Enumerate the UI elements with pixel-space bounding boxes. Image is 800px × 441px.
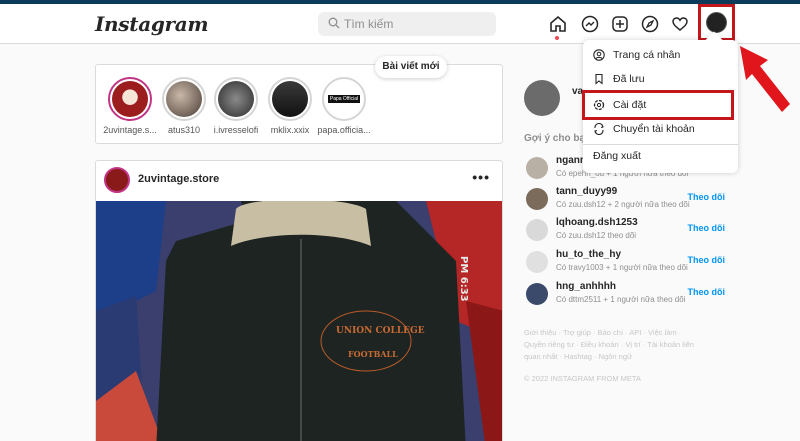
- copyright: © 2022 INSTAGRAM FROM META: [524, 374, 641, 383]
- suggestion-name[interactable]: lqhoang.dsh1253: [556, 217, 638, 228]
- story-name: atus310: [167, 125, 201, 135]
- profile-avatar[interactable]: [706, 12, 727, 33]
- story-item[interactable]: atus310: [156, 77, 212, 135]
- settings-highlight-box: [582, 90, 734, 120]
- follow-button[interactable]: Theo dõi: [688, 255, 726, 265]
- suggestion-name[interactable]: hu_to_the_hy: [556, 249, 621, 260]
- search-input[interactable]: [344, 12, 492, 36]
- menu-item-profile[interactable]: Trang cá nhân: [583, 42, 738, 68]
- story-item[interactable]: i.ivresselofi: [208, 77, 264, 135]
- menu-item-label: Chuyển tài khoản: [613, 123, 695, 135]
- instagram-logo[interactable]: Instagram: [95, 12, 209, 36]
- suggestion-name[interactable]: ngann: [556, 155, 586, 166]
- top-header: Instagram: [0, 4, 800, 44]
- suggestion-avatar[interactable]: [526, 219, 548, 241]
- suggestion-item: tann_duyy99 Có zuu.dsh12 + 2 người nữa t…: [524, 186, 726, 212]
- footer-links[interactable]: Giới thiệu · Trợ giúp · Báo chí · API · …: [524, 327, 704, 363]
- home-icon[interactable]: [548, 14, 568, 34]
- suggestion-sub: Có zuu.dsh12 + 2 người nữa theo dõi: [556, 200, 690, 209]
- story-name: mklix.xxix: [270, 125, 310, 135]
- story-name: papa.officia...: [317, 125, 371, 135]
- menu-item-label: Trang cá nhân: [613, 49, 681, 61]
- search-icon: [328, 17, 340, 29]
- post-username[interactable]: 2uvintage.store: [138, 173, 219, 185]
- profile-icon: [593, 49, 605, 61]
- home-active-dot: [555, 36, 559, 40]
- story-name: 2uvintage.s...: [103, 125, 157, 135]
- menu-divider: [583, 144, 738, 145]
- suggestion-avatar[interactable]: [526, 157, 548, 179]
- story-item[interactable]: mklix.xxix: [262, 77, 318, 135]
- follow-button[interactable]: Theo dõi: [688, 223, 726, 233]
- suggestion-item: hu_to_the_hy Có travy1003 + 1 người nữa …: [524, 249, 726, 275]
- feed-post: 2uvintage.store ••• UNION COLLEGE FOOTBA…: [95, 160, 503, 441]
- suggestion-avatar[interactable]: [526, 188, 548, 210]
- red-arrow-annotation: [740, 46, 790, 112]
- explore-icon[interactable]: [640, 14, 660, 34]
- my-avatar[interactable]: [524, 80, 560, 116]
- post-avatar[interactable]: [104, 167, 130, 193]
- suggestion-name[interactable]: hng_anhhhh: [556, 281, 616, 292]
- story-item[interactable]: 2uvintage.s...: [102, 77, 158, 135]
- suggestion-item: hng_anhhhh Có dttm2511 + 1 người nữa the…: [524, 281, 726, 307]
- suggestion-avatar[interactable]: [526, 251, 548, 273]
- follow-button[interactable]: Theo dõi: [688, 287, 726, 297]
- story-item[interactable]: Papa Official papa.officia...: [316, 77, 372, 135]
- suggestions-title: Gợi ý cho bạn: [524, 133, 592, 144]
- follow-button[interactable]: Theo dõi: [688, 192, 726, 202]
- jacket-text-college: UNION COLLEGE: [336, 326, 425, 336]
- suggestion-avatar[interactable]: [526, 283, 548, 305]
- heart-icon[interactable]: [670, 14, 690, 34]
- story-badge-text: Papa Official: [327, 95, 361, 103]
- timestamp-overlay: PM 6:33: [458, 256, 469, 302]
- post-more-icon[interactable]: •••: [472, 169, 490, 185]
- post-photo[interactable]: UNION COLLEGE FOOTBALL PM 6:33: [96, 201, 502, 441]
- suggestion-item: lqhoang.dsh1253 Có zuu.dsh12 theo dõi Th…: [524, 217, 726, 243]
- jacket-text-football: FOOTBALL: [348, 349, 398, 359]
- switch-account-icon: [593, 123, 605, 135]
- search-box[interactable]: [318, 12, 496, 36]
- menu-item-label: Đã lưu: [613, 73, 645, 85]
- logout-button[interactable]: Đăng xuất: [593, 150, 641, 162]
- menu-item-saved[interactable]: Đã lưu: [583, 66, 738, 92]
- new-post-icon[interactable]: [610, 14, 630, 34]
- suggestion-sub: Có dttm2511 + 1 người nữa theo dõi: [556, 295, 686, 304]
- messenger-icon[interactable]: [580, 14, 600, 34]
- story-name: i.ivresselofi: [213, 125, 259, 135]
- suggestion-sub: Có zuu.dsh12 theo dõi: [556, 231, 637, 240]
- bookmark-icon: [593, 73, 605, 85]
- new-posts-pill[interactable]: Bài viết mới: [375, 56, 447, 78]
- suggestion-sub: Có travy1003 + 1 người nữa theo dõi: [556, 263, 688, 272]
- suggestion-name[interactable]: tann_duyy99: [556, 186, 617, 197]
